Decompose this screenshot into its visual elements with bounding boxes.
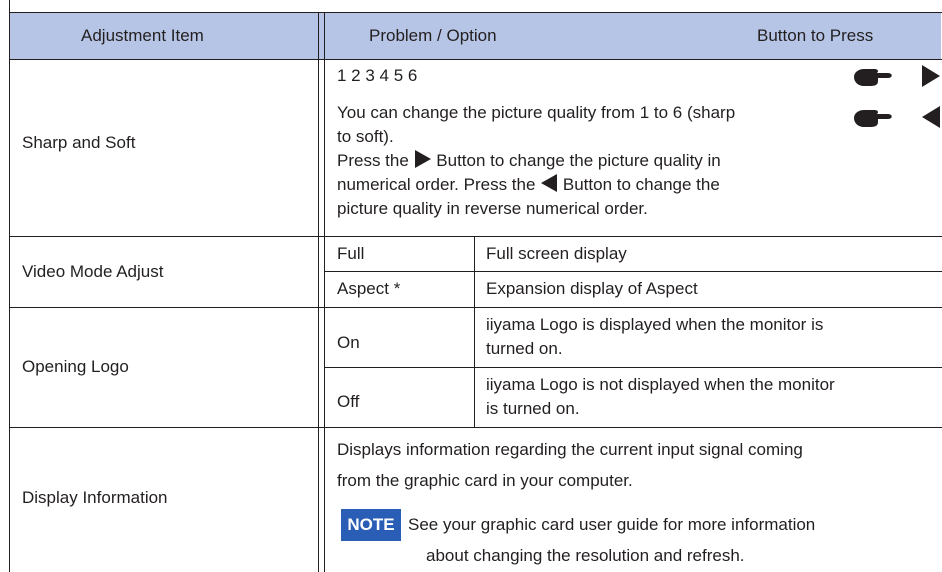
note-badge: NOTE bbox=[341, 509, 401, 541]
option-full-desc: Full screen display bbox=[486, 244, 627, 263]
header-problem-option: Problem / Option bbox=[369, 26, 497, 45]
column-divider-2 bbox=[324, 12, 325, 572]
sharp-press-line2: numerical order. Press the Button to cha… bbox=[337, 173, 720, 197]
note-text-line1: See your graphic card user guide for mor… bbox=[408, 515, 816, 534]
row-border-3 bbox=[9, 427, 942, 428]
column-divider-1 bbox=[318, 12, 319, 572]
option-on: On bbox=[337, 333, 360, 352]
info-desc-line1: Displays information regarding the curre… bbox=[337, 440, 803, 459]
table-left-border bbox=[9, 0, 10, 572]
option-off: Off bbox=[337, 392, 360, 411]
right-triangle-icon bbox=[414, 150, 431, 168]
sub-column-divider bbox=[474, 236, 475, 427]
info-desc-line2: from the graphic card in your computer. bbox=[337, 471, 633, 490]
press-text-b: Button to change the picture quality in bbox=[436, 151, 721, 170]
option-on-desc-line2: turned on. bbox=[486, 339, 563, 358]
row-border-video-mid bbox=[324, 271, 942, 272]
pointing-hand-icon bbox=[854, 110, 892, 127]
sharp-press-line1: Press the Button to change the picture q… bbox=[337, 149, 721, 173]
item-opening-logo: Opening Logo bbox=[22, 357, 129, 376]
sharp-levels: 1 2 3 4 5 6 bbox=[337, 66, 418, 85]
option-off-desc-line2: is turned on. bbox=[486, 399, 580, 418]
sharp-press-line3: picture quality in reverse numerical ord… bbox=[337, 199, 648, 218]
option-off-desc-line1: iiyama Logo is not displayed when the mo… bbox=[486, 375, 835, 394]
sharp-desc-line2: to soft). bbox=[337, 127, 394, 146]
option-on-desc-line1: iiyama Logo is displayed when the monito… bbox=[486, 315, 824, 334]
left-triangle-icon bbox=[922, 106, 940, 128]
row-border-1 bbox=[9, 236, 942, 237]
note-text-line2: about changing the resolution and refres… bbox=[426, 546, 745, 565]
sharp-desc-line1: You can change the picture quality from … bbox=[337, 103, 736, 122]
press-text-c: numerical order. Press the bbox=[337, 175, 536, 194]
item-sharp-soft: Sharp and Soft bbox=[22, 133, 136, 152]
row-border-2 bbox=[9, 307, 942, 308]
row-border-logo-mid bbox=[324, 367, 942, 368]
header-bottom-border bbox=[9, 59, 942, 60]
option-aspect-desc: Expansion display of Aspect bbox=[486, 279, 698, 298]
press-text-d: Button to change the bbox=[562, 175, 720, 194]
pointing-hand-icon bbox=[854, 69, 892, 86]
left-triangle-icon bbox=[541, 174, 558, 192]
item-video-mode-adjust: Video Mode Adjust bbox=[22, 262, 164, 281]
option-aspect: Aspect * bbox=[337, 279, 401, 298]
option-full: Full bbox=[337, 244, 365, 263]
header-adjustment-item: Adjustment Item bbox=[81, 26, 204, 45]
header-button-to-press: Button to Press bbox=[757, 26, 874, 45]
item-display-information: Display Information bbox=[22, 488, 168, 507]
press-text-a: Press the bbox=[337, 151, 409, 170]
header-top-border bbox=[9, 12, 942, 13]
right-triangle-icon bbox=[922, 65, 940, 87]
